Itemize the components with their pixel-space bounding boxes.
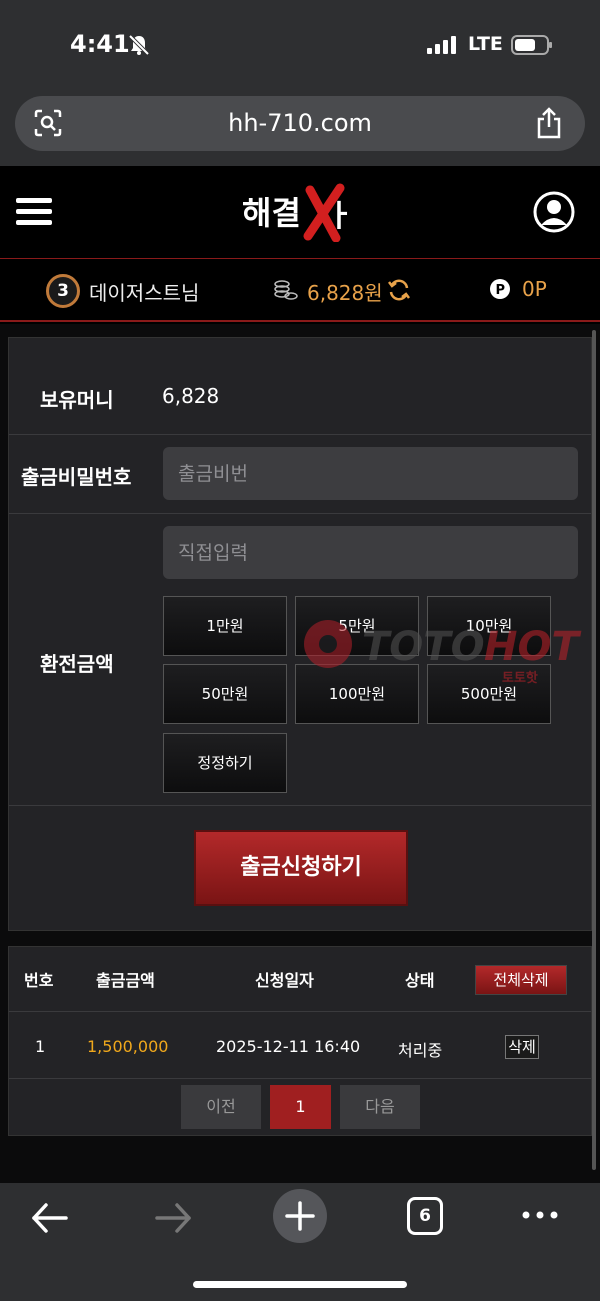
level-badge: 3	[46, 274, 80, 308]
coins-icon	[274, 280, 298, 300]
page-scrollbar[interactable]	[592, 330, 596, 1170]
next-page-button[interactable]: 다음	[340, 1085, 420, 1129]
header-number: 번호	[24, 971, 54, 990]
plus-icon	[285, 1201, 315, 1231]
svg-text:토토핫: 토토핫	[502, 670, 538, 686]
amount-10k-button[interactable]: 1만원	[163, 596, 287, 656]
svg-text:HOT: HOT	[484, 624, 581, 670]
tabs-button[interactable]: 6	[407, 1197, 443, 1235]
amount-input[interactable]	[163, 526, 578, 579]
url-text[interactable]: hh-710.com	[15, 109, 585, 137]
bell-muted-icon	[128, 34, 150, 56]
amount-label: 환전금액	[40, 652, 114, 676]
new-tab-button[interactable]	[273, 1189, 327, 1243]
svg-text:P: P	[496, 283, 506, 298]
password-row: 출금비밀번호	[9, 435, 591, 514]
browser-top-chrome: 4:41 LTE hh-710.com	[0, 0, 600, 166]
row-status: 처리중	[398, 1041, 443, 1060]
table-divider	[9, 1011, 591, 1012]
point-balance: 0P	[522, 277, 547, 301]
row-number: 1	[35, 1037, 46, 1056]
forward-arrow-icon[interactable]	[155, 1201, 193, 1235]
back-arrow-icon[interactable]	[30, 1201, 68, 1235]
share-icon[interactable]	[535, 107, 563, 139]
address-bar[interactable]: hh-710.com	[15, 96, 585, 151]
current-page-button[interactable]: 1	[270, 1085, 331, 1129]
user-info-bar: 3 데이저스트님 6,828원 P 0P	[0, 258, 600, 322]
refresh-icon[interactable]	[387, 278, 411, 302]
submit-withdrawal-button[interactable]: 출금신청하기	[194, 830, 408, 906]
site-header: 해결 ㅏ	[0, 166, 600, 258]
balance-label: 보유머니	[40, 388, 114, 412]
more-options-icon[interactable]	[520, 1209, 560, 1221]
site-logo[interactable]: 해결 ㅏ	[240, 182, 360, 242]
hamburger-menu-icon[interactable]	[16, 196, 52, 228]
row-date: 2025-12-11 16:40	[216, 1037, 361, 1056]
totohot-watermark: TOTO HOT 토토핫	[304, 620, 581, 686]
status-time: 4:41	[70, 30, 130, 58]
svg-text:해결: 해결	[242, 194, 301, 232]
reset-amount-button[interactable]: 정정하기	[163, 733, 287, 793]
home-indicator[interactable]	[193, 1281, 407, 1288]
amount-500k-button[interactable]: 50만원	[163, 664, 287, 724]
password-label: 출금비밀번호	[21, 465, 132, 489]
signal-icon	[427, 36, 456, 54]
svg-text:ㅏ: ㅏ	[326, 199, 354, 234]
network-label: LTE	[468, 33, 503, 55]
header-amount: 출금금액	[96, 971, 155, 990]
withdrawal-password-input[interactable]	[163, 447, 578, 500]
delete-all-button[interactable]: 전체삭제	[475, 965, 567, 995]
user-account-icon[interactable]	[533, 191, 575, 233]
balance-row: 보유머니 6,828	[9, 338, 591, 435]
point-icon: P	[490, 279, 510, 299]
battery-icon	[511, 35, 552, 55]
header-date: 신청일자	[255, 971, 314, 990]
svg-text:TOTO: TOTO	[362, 624, 485, 670]
prev-page-button[interactable]: 이전	[181, 1085, 261, 1129]
withdrawal-history: 번호 출금금액 신청일자 상태 전체삭제 1 1,500,000 2025-12…	[8, 946, 592, 1136]
balance-value: 6,828	[162, 384, 220, 408]
row-delete-button[interactable]: 삭제	[505, 1035, 539, 1059]
row-amount: 1,500,000	[87, 1037, 169, 1056]
username[interactable]: 데이저스트님	[89, 277, 199, 306]
header-status: 상태	[405, 971, 435, 990]
browser-bottom-toolbar: 6	[0, 1183, 600, 1301]
table-divider	[9, 1078, 591, 1079]
money-balance: 6,828원	[307, 281, 383, 305]
